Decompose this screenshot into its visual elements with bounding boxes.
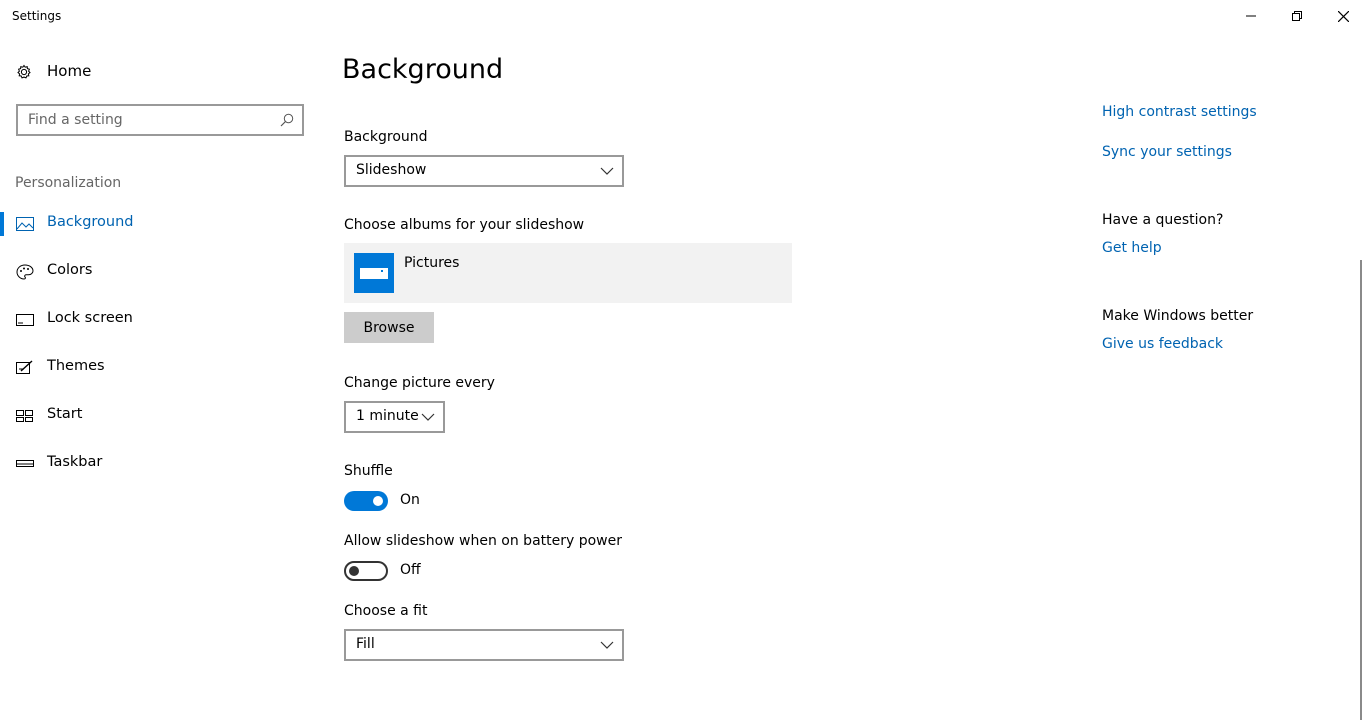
background-dropdown-value: Slideshow bbox=[356, 162, 427, 178]
folder-icon bbox=[354, 253, 394, 293]
get-help-link[interactable]: Get help bbox=[1102, 240, 1162, 256]
browse-button[interactable]: Browse bbox=[344, 312, 434, 343]
picture-icon bbox=[16, 217, 34, 231]
related-settings-rail: High contrast settings Sync your setting… bbox=[1102, 32, 1342, 728]
brush-icon bbox=[16, 360, 33, 374]
battery-label: Allow slideshow when on battery power bbox=[344, 533, 622, 549]
high-contrast-link[interactable]: High contrast settings bbox=[1102, 104, 1257, 120]
give-feedback-link[interactable]: Give us feedback bbox=[1102, 336, 1223, 352]
background-dropdown[interactable]: Slideshow bbox=[344, 155, 624, 187]
window-title: Settings bbox=[12, 9, 62, 23]
search-icon[interactable] bbox=[280, 113, 294, 127]
lock-screen-icon bbox=[16, 314, 34, 326]
battery-state: Off bbox=[400, 562, 421, 578]
sidebar-item-background[interactable]: Background bbox=[0, 200, 320, 248]
close-button[interactable] bbox=[1320, 0, 1366, 32]
sidebar-item-start[interactable]: Start bbox=[0, 392, 320, 440]
home-label: Home bbox=[47, 62, 92, 80]
restore-button[interactable] bbox=[1274, 0, 1320, 32]
fit-dropdown[interactable]: Fill bbox=[344, 629, 624, 661]
main-content: Background Background Slideshow Choose a… bbox=[342, 32, 1042, 728]
sidebar-item-label: Lock screen bbox=[47, 310, 133, 326]
sidebar: Home Personalization Background bbox=[0, 32, 320, 728]
battery-toggle-row: Off bbox=[344, 561, 644, 583]
change-picture-value: 1 minute bbox=[356, 408, 419, 424]
toggle-knob bbox=[373, 496, 383, 506]
scrollbar[interactable] bbox=[1360, 260, 1362, 720]
sidebar-item-colors[interactable]: Colors bbox=[0, 248, 320, 296]
fit-dropdown-value: Fill bbox=[356, 636, 375, 652]
sidebar-item-label: Colors bbox=[47, 262, 93, 278]
sidebar-item-label: Taskbar bbox=[47, 454, 103, 470]
sidebar-item-label: Themes bbox=[47, 358, 105, 374]
shuffle-toggle[interactable] bbox=[344, 491, 388, 511]
settings-window: Settings Home Find a setting Personaliza… bbox=[0, 0, 1366, 728]
home-nav-item[interactable]: Home bbox=[0, 60, 320, 86]
album-name: Pictures bbox=[404, 255, 460, 271]
search-box bbox=[16, 104, 304, 136]
chevron-down-icon bbox=[600, 167, 614, 175]
palette-icon bbox=[16, 264, 34, 280]
start-tiles-icon bbox=[16, 410, 33, 422]
search-input[interactable] bbox=[18, 106, 276, 134]
chevron-down-icon bbox=[421, 413, 435, 421]
page-title: Background bbox=[342, 54, 504, 85]
title-bar: Settings bbox=[0, 0, 1366, 32]
change-picture-label: Change picture every bbox=[344, 375, 495, 391]
feedback-heading: Make Windows better bbox=[1102, 308, 1254, 324]
change-picture-dropdown[interactable]: 1 minute bbox=[344, 401, 445, 433]
shuffle-state: On bbox=[400, 492, 420, 508]
taskbar-icon bbox=[16, 460, 34, 467]
shuffle-toggle-row: On bbox=[344, 491, 644, 513]
gear-icon bbox=[17, 64, 31, 79]
background-label: Background bbox=[344, 129, 428, 145]
section-title: Personalization bbox=[15, 175, 122, 191]
shuffle-label: Shuffle bbox=[344, 463, 393, 479]
restore-icon bbox=[1292, 11, 1302, 21]
toggle-knob bbox=[349, 566, 359, 576]
sync-settings-link[interactable]: Sync your settings bbox=[1102, 144, 1232, 160]
fit-label: Choose a fit bbox=[344, 603, 428, 619]
minimize-icon bbox=[1246, 15, 1256, 17]
chevron-down-icon bbox=[600, 641, 614, 649]
sidebar-item-label: Start bbox=[47, 406, 83, 422]
battery-toggle[interactable] bbox=[344, 561, 388, 581]
album-item-pictures[interactable]: Pictures bbox=[344, 243, 792, 303]
nav-list: Background Colors Lock screen Themes Sta… bbox=[0, 200, 320, 488]
sidebar-item-taskbar[interactable]: Taskbar bbox=[0, 440, 320, 488]
albums-label: Choose albums for your slideshow bbox=[344, 217, 585, 233]
minimize-button[interactable] bbox=[1228, 0, 1274, 32]
sidebar-item-lock-screen[interactable]: Lock screen bbox=[0, 296, 320, 344]
close-icon bbox=[1337, 10, 1349, 22]
question-heading: Have a question? bbox=[1102, 212, 1224, 228]
sidebar-item-label: Background bbox=[47, 214, 134, 230]
sidebar-item-themes[interactable]: Themes bbox=[0, 344, 320, 392]
